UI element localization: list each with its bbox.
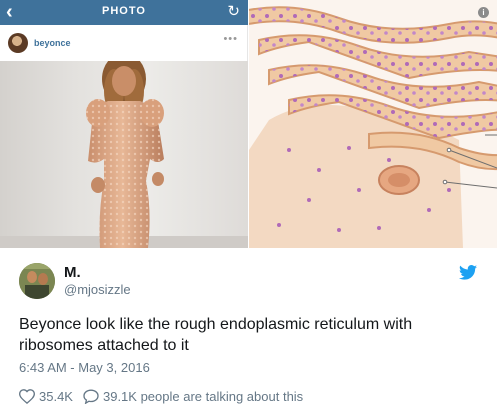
tweet-text: Beyonce look like the rough endoplasmic …: [19, 316, 413, 354]
info-icon[interactable]: i: [478, 7, 489, 18]
refresh-icon: ↻: [227, 3, 240, 20]
tweet-actions: 35.4K 39.1K people are talking about thi…: [19, 387, 303, 405]
phone-title-bar: ‹ PHOTO ↻: [0, 0, 248, 25]
more-options-icon: •••: [223, 33, 238, 45]
instagram-username: beyonce: [34, 38, 71, 48]
instagram-photo: [0, 61, 248, 248]
speech-bubble-icon: [83, 388, 99, 404]
twitter-bird-icon[interactable]: [459, 265, 477, 285]
avatar[interactable]: [19, 263, 55, 299]
like-button[interactable]: 35.4K: [19, 389, 83, 404]
conversation-button[interactable]: 39.1K people are talking about this: [83, 389, 303, 404]
timestamp[interactable]: 6:43 AM - May 3, 2016: [19, 360, 150, 375]
instagram-post-header: beyonce •••: [0, 25, 248, 61]
tweet-card: M. @mjosizzle Beyonce look like the roug…: [0, 248, 497, 417]
heart-icon: [19, 388, 35, 404]
tweet-media[interactable]: ‹ PHOTO ↻ beyonce ••• i: [0, 0, 497, 248]
like-count: 35.4K: [39, 388, 73, 404]
display-name[interactable]: M.: [64, 264, 81, 281]
phone-title: PHOTO: [102, 5, 146, 17]
talking-count: 39.1K people are talking about this: [102, 388, 304, 404]
endoplasmic-reticulum-diagram: i: [249, 0, 497, 248]
user-handle[interactable]: @mjosizzle: [64, 282, 131, 297]
instagram-avatar: [8, 33, 28, 53]
instagram-screenshot: ‹ PHOTO ↻ beyonce •••: [0, 0, 248, 248]
